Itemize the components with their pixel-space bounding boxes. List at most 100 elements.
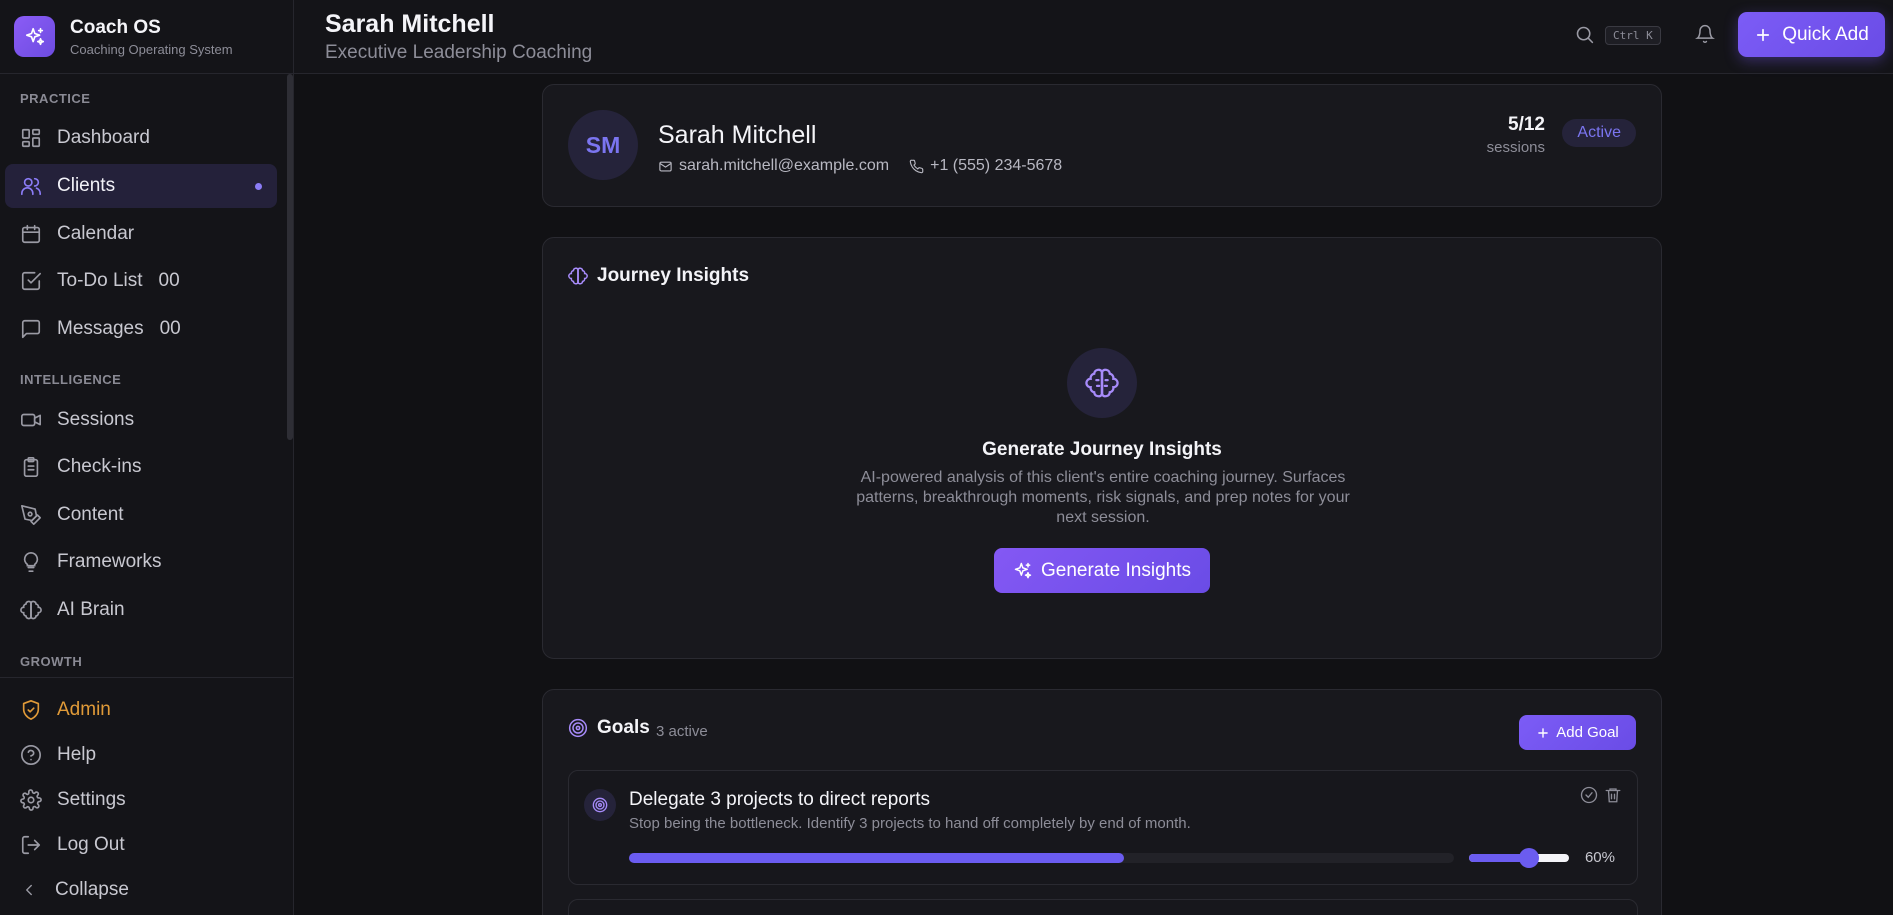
sidebar-item-label: Frameworks <box>57 551 162 572</box>
goal-progress-fill <box>629 853 1124 863</box>
goal-actions <box>1580 786 1622 804</box>
slider-thumb[interactable] <box>1519 848 1539 868</box>
users-icon <box>21 177 41 196</box>
shield-icon <box>22 700 40 720</box>
generate-insights-button[interactable]: Generate Insights <box>994 548 1210 593</box>
sidebar-item-label: Collapse <box>55 879 129 900</box>
sidebar-item-label: AI Brain <box>57 599 125 620</box>
sidebar-item-label: To-Do List <box>57 270 143 291</box>
trash-icon[interactable] <box>1604 786 1622 804</box>
client-profile-card: SM Sarah Mitchell sarah.mitchell@example… <box>542 84 1662 207</box>
sidebar-item-label: Calendar <box>57 223 135 244</box>
sidebar-item-label: Clients <box>57 175 116 196</box>
messages-count: 00 <box>159 318 181 339</box>
sidebar-item-content[interactable]: Content <box>5 493 277 537</box>
calendar-icon <box>21 224 41 244</box>
section-label-intelligence: INTELLIGENCE <box>20 372 122 387</box>
sidebar-item-label: Log Out <box>57 834 125 855</box>
client-contact: sarah.mitchell@example.com +1 (555) 234-… <box>658 157 1062 175</box>
client-phone[interactable]: +1 (555) 234-5678 <box>930 157 1062 175</box>
goal-item: Delegate 3 projects to direct reports St… <box>568 770 1638 885</box>
sidebar-item-label: Settings <box>57 789 126 810</box>
quick-add-button[interactable]: Quick Add <box>1738 12 1885 57</box>
sessions-label: sessions <box>1486 139 1545 156</box>
sidebar-item-messages[interactable]: Messages 00 <box>5 307 277 351</box>
brand[interactable]: Coach OS Coaching Operating System <box>0 0 293 74</box>
brain-icon <box>1085 368 1119 398</box>
sidebar-item-help[interactable]: Help <box>5 733 277 777</box>
sidebar-item-dashboard[interactable]: Dashboard <box>5 116 277 160</box>
plus-icon <box>1538 727 1549 738</box>
goals-title: Goals <box>597 717 650 738</box>
sidebar-item-clients[interactable]: Clients <box>5 164 277 208</box>
generate-insights-label: Generate Insights <box>1041 559 1191 581</box>
sidebar-item-ai-brain[interactable]: AI Brain <box>5 588 277 632</box>
lightbulb-icon <box>23 552 39 572</box>
sidebar-item-todo[interactable]: To-Do List 00 <box>5 259 277 303</box>
gear-icon <box>20 789 42 811</box>
page-subtitle: Executive Leadership Coaching <box>325 42 593 63</box>
check-circle-icon[interactable] <box>1580 786 1598 804</box>
plus-icon <box>1757 28 1770 41</box>
sidebar-item-label: Check-ins <box>57 456 142 477</box>
sidebar-item-calendar[interactable]: Calendar <box>5 212 277 256</box>
brain-icon <box>20 600 42 620</box>
sidebar-scrollbar[interactable] <box>287 74 293 440</box>
sidebar-item-checkins[interactable]: Check-ins <box>5 445 277 489</box>
sidebar-item-label: Sessions <box>57 409 135 430</box>
add-goal-button[interactable]: Add Goal <box>1519 715 1636 750</box>
sparkles-icon <box>1014 562 1032 578</box>
goal-progress-percent: 60% <box>1584 849 1615 866</box>
message-icon <box>21 319 41 339</box>
dashboard-icon <box>21 128 41 148</box>
target-icon <box>592 797 608 813</box>
logout-icon <box>21 835 41 855</box>
search-icon[interactable] <box>1574 24 1595 45</box>
sidebar-item-label: Help <box>57 744 97 765</box>
top-header: Sarah Mitchell Executive Leadership Coac… <box>294 0 1893 74</box>
sidebar-collapse-button[interactable]: Collapse <box>5 868 277 912</box>
goal-description: Stop being the bottleneck. Identify 3 pr… <box>629 815 1191 832</box>
sidebar-item-label: Admin <box>57 699 111 720</box>
target-icon <box>568 718 588 738</box>
brand-name: Coach OS <box>70 16 161 38</box>
sidebar-item-label: Dashboard <box>57 127 150 148</box>
goals-count: 3 active <box>656 723 708 740</box>
video-icon <box>21 413 41 427</box>
sidebar-item-label: Content <box>57 504 124 525</box>
clipboard-icon <box>23 457 39 477</box>
sidebar-item-sessions[interactable]: Sessions <box>5 398 277 442</box>
goal-progress-bar <box>629 853 1454 863</box>
brain-icon <box>568 267 588 285</box>
phone-icon <box>909 159 924 173</box>
sidebar-item-label: Messages <box>57 318 144 339</box>
pen-tool-icon <box>21 505 41 525</box>
sidebar-divider <box>0 677 294 678</box>
brand-tagline: Coaching Operating System <box>70 41 233 57</box>
search-shortcut-hint: Ctrl K <box>1605 26 1661 45</box>
sidebar-item-admin[interactable]: Admin <box>5 688 277 732</box>
section-label-growth: GROWTH <box>20 654 83 669</box>
insights-title: Journey Insights <box>597 265 750 286</box>
todo-count: 00 <box>158 270 180 291</box>
sessions-count: 5/12 <box>1508 114 1545 135</box>
goals-card: Goals 3 active Add Goal Delegate 3 proje… <box>542 689 1662 915</box>
sidebar-item-logout[interactable]: Log Out <box>5 823 277 867</box>
sparkles-logo-icon <box>14 16 55 57</box>
sidebar-item-frameworks[interactable]: Frameworks <box>5 540 277 584</box>
sidebar: Coach OS Coaching Operating System PRACT… <box>0 0 294 915</box>
sidebar-item-settings[interactable]: Settings <box>5 778 277 822</box>
insights-heading: Generate Journey Insights <box>982 439 1222 460</box>
mail-icon <box>659 161 672 171</box>
client-email[interactable]: sarah.mitchell@example.com <box>679 157 889 175</box>
insights-description: AI-powered analysis of this client's ent… <box>856 469 1350 526</box>
add-goal-label: Add Goal <box>1556 724 1619 741</box>
page-title: Sarah Mitchell <box>325 10 495 38</box>
insights-brain-badge <box>1067 348 1137 418</box>
active-indicator-dot <box>255 183 262 190</box>
chevron-left-icon <box>26 884 32 896</box>
quick-add-label: Quick Add <box>1782 23 1869 45</box>
goal-progress-slider[interactable] <box>1469 848 1569 868</box>
help-icon <box>21 745 41 765</box>
bell-icon[interactable] <box>1695 24 1715 44</box>
